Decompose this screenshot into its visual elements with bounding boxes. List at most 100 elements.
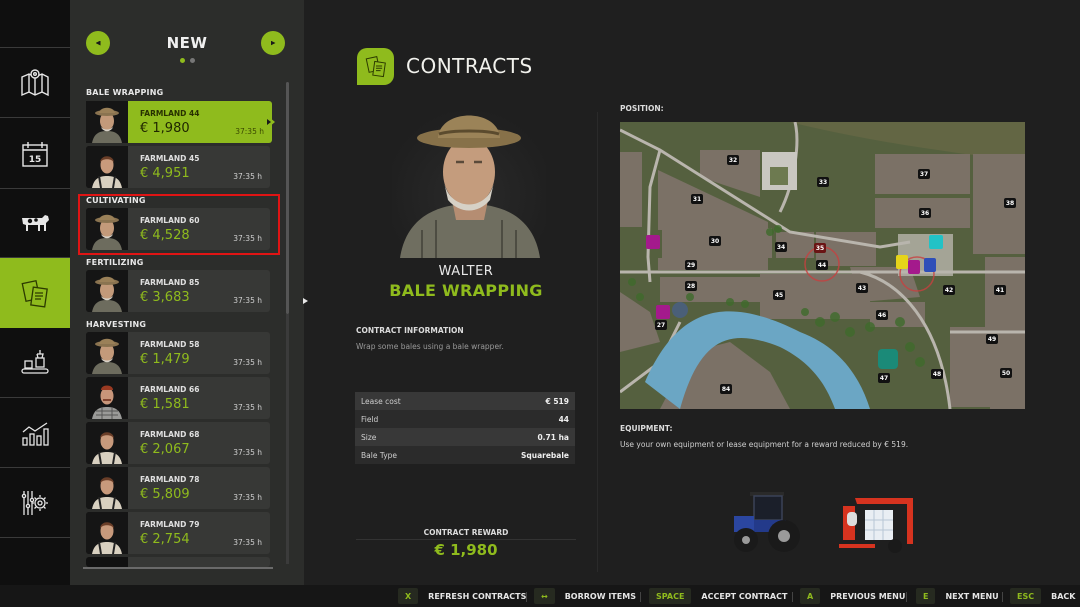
contract-info-heading: CONTRACT INFORMATION <box>356 326 464 335</box>
poi-marker-magenta[interactable] <box>908 260 920 274</box>
page-header: CONTRACTS <box>357 47 533 85</box>
contract-field: FARMLAND 66 <box>140 385 200 394</box>
contract-card[interactable]: FARMLAND 66 € 1,581 37:35 h <box>86 377 270 419</box>
nav-item-statistics[interactable] <box>0 398 70 468</box>
poi-marker-magenta[interactable] <box>646 235 660 249</box>
detail-key: Lease cost <box>361 396 401 406</box>
position-map[interactable]: 32 33 31 37 36 38 30 34 35 44 29 28 45 43 42 41 27 46 49 47… <box>620 122 1025 409</box>
rail-top-spacer <box>0 0 70 48</box>
npc-portrait <box>86 270 128 312</box>
tractor-equipment[interactable] <box>728 486 810 556</box>
page-dot-1[interactable] <box>179 58 185 63</box>
field-label: 48 <box>933 371 941 378</box>
key-badge: A <box>800 588 821 604</box>
hint-refresh-contracts[interactable]: X REFRESH CONTRACTS <box>398 588 526 604</box>
contract-field: FARMLAND 58 <box>140 340 200 349</box>
hint-borrow-items[interactable]: ↔ BORROW ITEMS <box>534 588 636 604</box>
nav-item-animals[interactable] <box>0 188 70 258</box>
hint-accept-contract[interactable]: SPACE ACCEPT CONTRACT <box>649 588 787 604</box>
young-woman-portrait-icon <box>86 422 128 464</box>
page-title: CONTRACTS <box>406 54 533 78</box>
npc-name: WALTER <box>438 264 494 279</box>
red-hair-man-portrait-icon <box>86 377 128 419</box>
contract-card[interactable]: FARMLAND 68 € 2,067 37:35 h <box>86 422 270 464</box>
key-badge: X <box>398 588 419 604</box>
settings-icon <box>21 490 48 515</box>
field-label: 33 <box>819 179 827 186</box>
detail-key: Bale Type <box>361 450 398 460</box>
annotation-highlight-box <box>78 194 280 255</box>
contract-field: FARMLAND 85 <box>140 278 200 287</box>
detail-row: Bale Type Squarebale <box>355 446 575 464</box>
chevron-right-icon <box>303 298 308 304</box>
poi-marker-teal[interactable] <box>878 349 898 369</box>
hint-previous-menu[interactable]: A PREVIOUS MENU <box>800 588 905 604</box>
poi-marker-yellow[interactable] <box>896 255 908 269</box>
hint-next-menu[interactable]: E NEXT MENU <box>916 588 999 604</box>
contract-reward-value: € 1,980 <box>434 541 498 559</box>
detail-row: Size 0.71 ha <box>355 428 575 446</box>
nav-item-settings[interactable] <box>0 468 70 538</box>
key-badge: ESC <box>1010 588 1042 604</box>
young-woman-portrait-icon <box>86 467 128 509</box>
field-label: 34 <box>777 244 785 251</box>
npc-portrait <box>86 512 128 554</box>
category-label: BALE WRAPPING <box>86 88 164 97</box>
contract-time: 37:35 h <box>233 538 262 547</box>
panel-collapse-toggle[interactable] <box>300 288 310 314</box>
contract-details-table: Lease cost € 519 Field 44 Size 0.71 ha B… <box>355 392 575 464</box>
input-hint-bar: X REFRESH CONTRACTS ↔ BORROW ITEMS SPACE… <box>0 585 1080 607</box>
field-label: 35 <box>816 245 824 252</box>
target-field-label: 44 <box>818 262 826 269</box>
nav-item-calendar[interactable]: 15 <box>0 119 70 189</box>
svg-text:15: 15 <box>29 155 42 165</box>
key-badge: ↔ <box>534 588 555 604</box>
nav-item-map[interactable] <box>0 48 70 118</box>
detail-row: Lease cost € 519 <box>355 392 575 410</box>
list-scrollbar[interactable] <box>286 82 289 314</box>
contract-card[interactable]: FARMLAND 79 € 2,754 37:35 h <box>86 512 270 554</box>
contract-card[interactable]: FARMLAND 44 € 1,980 37:35 h <box>86 101 275 143</box>
old-man-portrait-icon <box>86 101 128 143</box>
field-label: 47 <box>880 375 888 382</box>
bale-wrapper-equipment[interactable] <box>835 484 920 556</box>
poi-marker-blue[interactable] <box>924 258 936 272</box>
contract-reward: € 3,683 <box>140 290 190 305</box>
equipment-description: Use your own equipment or lease equipmen… <box>620 440 909 449</box>
next-page-button[interactable] <box>261 31 285 55</box>
field-label: 36 <box>921 210 929 217</box>
field-label: 46 <box>878 312 886 319</box>
contract-card-partial[interactable] <box>86 557 270 567</box>
contracts-header-icon <box>357 47 394 85</box>
contract-card[interactable]: FARMLAND 58 € 1,479 37:35 h <box>86 332 270 374</box>
contract-field: FARMLAND 78 <box>140 475 200 484</box>
contract-card[interactable]: FARMLAND 78 € 5,809 37:35 h <box>86 467 270 509</box>
contract-field: FARMLAND 79 <box>140 520 200 529</box>
page-dot-2[interactable] <box>189 58 195 63</box>
nav-item-contracts[interactable] <box>0 258 70 328</box>
contract-field: FARMLAND 44 <box>140 109 200 118</box>
contract-time: 37:35 h <box>233 493 262 502</box>
contract-type: BALE WRAPPING <box>389 281 543 300</box>
detail-value: 44 <box>558 414 569 424</box>
field-label: 49 <box>988 336 996 343</box>
contract-time: 37:35 h <box>233 296 262 305</box>
farm-map: 32 33 31 37 36 38 30 34 35 44 29 28 45 43 42 41 27 46 49 47… <box>620 122 1025 409</box>
key-badge: SPACE <box>649 588 692 604</box>
young-woman-portrait-icon <box>86 512 128 554</box>
hint-label: REFRESH CONTRACTS <box>428 591 527 601</box>
statistics-icon <box>22 421 49 446</box>
poi-marker-cyan[interactable] <box>929 235 943 249</box>
field-label: 30 <box>711 238 719 245</box>
npc-portrait <box>86 332 128 374</box>
poi-marker-magenta[interactable] <box>656 305 670 319</box>
contract-card[interactable]: FARMLAND 45 € 4,951 37:35 h <box>86 146 270 188</box>
detail-value: 0.71 ha <box>537 432 569 442</box>
npc-portrait <box>86 146 128 188</box>
production-icon <box>21 349 49 374</box>
hint-separator <box>1002 592 1003 602</box>
contract-card[interactable]: FARMLAND 85 € 3,683 37:35 h <box>86 270 270 312</box>
hint-back[interactable]: ESC BACK <box>1010 588 1075 604</box>
nav-item-production[interactable] <box>0 328 70 398</box>
column-divider <box>597 112 598 572</box>
